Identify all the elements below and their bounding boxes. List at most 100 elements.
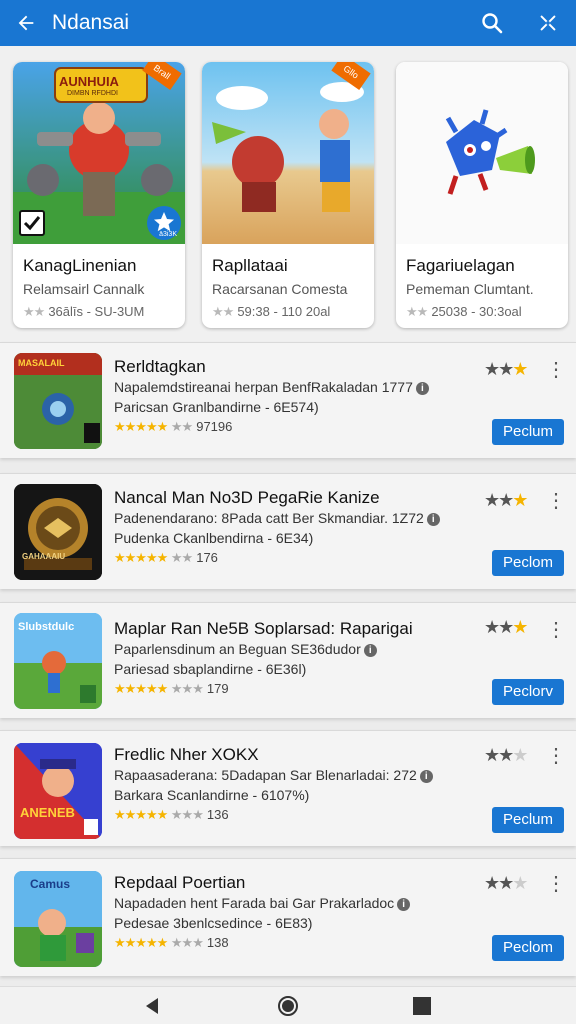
app-desc: Napadaden hent Farada bai Gar Prakarlado… [114, 895, 411, 911]
more-options-icon[interactable]: ⋮ [546, 746, 566, 766]
app-desc-text: Paparlensdinum an Beguan SE36dudor [114, 641, 361, 657]
featured-meta: ★★ 59:38 - 110 20al [212, 304, 330, 320]
nav-home-button[interactable] [276, 995, 300, 1017]
app-desc-secondary: Pudenka Ckanlbendirna - 6E34) [114, 530, 314, 546]
rating-stars-icon: ★★ [212, 304, 234, 319]
featured-card[interactable]: Gllo Rapllataai Racarsanan Comesta ★★ 59:… [202, 62, 374, 328]
top-rating-stars-icon: ★★★ [484, 359, 528, 379]
featured-card[interactable]: Fagariuelagan Pememan Clumtant. ★★ 25038 … [396, 62, 568, 328]
search-icon [482, 13, 503, 34]
app-bar: Ndansai [0, 0, 576, 46]
app-desc-secondary: Paricsan Granlbandirne - 6E574) [114, 399, 319, 415]
star-rating-icon: ★★★★★ [114, 550, 168, 565]
review-count: 136 [206, 807, 229, 822]
app-icon: Slubstdulc [14, 613, 102, 709]
app-desc: Paparlensdinum an Beguan SE36dudor i [114, 641, 377, 657]
install-button[interactable]: Peclum [492, 419, 564, 445]
featured-meta: ★★ 36ālīs - SU-3UM [23, 304, 144, 320]
more-options-icon[interactable]: ⋮ [546, 620, 566, 640]
app-rating: ★★★★★ ★★★ 138 [114, 935, 229, 951]
nav-back-icon [146, 998, 158, 1014]
featured-meta: ★★ 25038 - 30:3oal [406, 304, 522, 320]
install-button[interactable]: Peclorv [492, 679, 564, 705]
app-icon-label: Slubstdulc [18, 621, 75, 633]
app-rating: ★★★★★ ★★★ 136 [114, 807, 229, 823]
app-title: Repdaal Poertian [114, 873, 246, 892]
app-icon: MASALAIL [14, 353, 102, 449]
more-options-icon[interactable]: ⋮ [546, 360, 566, 380]
info-icon[interactable]: i [426, 513, 440, 526]
star-rating-icon: ★★★★★ [114, 807, 168, 822]
list-item[interactable]: ANENEB Fredlic Nher XOKX Rapaasaderana: … [0, 730, 576, 846]
nav-recents-button[interactable] [410, 995, 434, 1017]
featured-meta-text: 59:38 - 110 20al [237, 304, 331, 319]
app-desc-text: Napadaden hent Farada bai Gar Prakarlado… [114, 895, 395, 911]
featured-name: KanagLinenian [23, 256, 137, 275]
star-rating-icon: ★★★★★ [114, 419, 168, 434]
app-rating: ★★★★★ ★★ 176 [114, 550, 218, 566]
app-title: Fredlic Nher XOKX [114, 745, 259, 764]
app-desc-secondary: Barkara Scanlandirne - 6107%) [114, 787, 310, 803]
close-button[interactable] [520, 0, 576, 46]
app-title: Maplar Ran Ne5B Soplarsad: Raparigai [114, 619, 413, 638]
nav-back-button[interactable] [140, 995, 164, 1017]
page-title: Ndansai [52, 11, 130, 34]
top-rating-stars-icon: ★★★ [484, 873, 528, 893]
install-button[interactable]: Peclum [492, 807, 564, 833]
info-icon[interactable]: i [415, 382, 429, 395]
featured-artwork: Gllo [202, 62, 374, 244]
arrow-back-icon [18, 15, 34, 31]
review-count: 97196 [196, 419, 233, 434]
list-item[interactable]: MASALAIL Rerldtagkan Napalemdstireanai h… [0, 342, 576, 458]
app-desc: Napalemdstireanai herpan BenfRakaladan 1… [114, 379, 429, 395]
top-rating-stars-icon: ★★★ [484, 617, 528, 637]
star-rating-icon: ★★★★★ [114, 681, 168, 696]
app-icon: GAHAAAIU [14, 484, 102, 580]
app-icon: Camus [14, 871, 102, 967]
search-button[interactable] [464, 0, 520, 46]
star-rating-icon: ★★★ [170, 807, 204, 822]
list-item[interactable]: GAHAAAIU Nancal Man No3D PegaRie Kanize … [0, 473, 576, 589]
rating-stars-icon: ★★ [23, 304, 45, 319]
app-title: Rerldtagkan [114, 357, 206, 376]
top-rating-stars-icon: ★★★ [484, 745, 528, 765]
nav-home-icon [278, 996, 298, 1016]
app-desc-secondary: Pariesad sbaplandirne - 6E36l) [114, 661, 307, 677]
star-rating-icon: ★★ [170, 419, 193, 434]
app-desc-text: Padenendarano: 8Pada catt Ber Skmandiar.… [114, 510, 424, 526]
review-count: 179 [206, 681, 229, 696]
star-rating-icon: ★★★★★ [114, 935, 168, 950]
install-button[interactable]: Peclom [492, 935, 564, 961]
app-desc-text: Rapaasaderana: 5Dadapan Sar Blenarladai:… [114, 767, 417, 783]
install-button[interactable]: Peclom [492, 550, 564, 576]
info-icon[interactable]: i [419, 770, 433, 783]
app-icon-label: ANENEB [20, 805, 75, 820]
app-desc: Rapaasaderana: 5Dadapan Sar Blenarladai:… [114, 767, 433, 783]
featured-name: Rapllataai [212, 256, 288, 275]
star-rating-icon: ★★★ [170, 935, 204, 950]
featured-card[interactable]: AUNHUIA DIMBN RFDHDI Brall ā3i3K KanagLi… [13, 62, 185, 328]
system-nav-bar [0, 986, 576, 1024]
more-options-icon[interactable]: ⋮ [546, 874, 566, 894]
info-icon[interactable]: i [363, 644, 377, 657]
review-count: 138 [206, 935, 229, 950]
back-button[interactable] [0, 0, 52, 46]
info-icon[interactable]: i [397, 898, 411, 911]
check-icon [19, 210, 45, 236]
featured-subtitle: Pememan Clumtant. [406, 281, 534, 297]
list-item[interactable]: Camus Repdaal Poertian Napadaden hent Fa… [0, 858, 576, 976]
app-desc: Padenendarano: 8Pada catt Ber Skmandiar.… [114, 510, 440, 526]
featured-name: Fagariuelagan [406, 256, 515, 275]
app-desc-text: Napalemdstireanai herpan BenfRakaladan 1… [114, 379, 413, 395]
star-rating-icon: ★★ [170, 550, 193, 565]
rating-stars-icon: ★★ [406, 304, 428, 319]
featured-art-title: AUNHUIA [59, 74, 119, 89]
featured-art-subtitle: DIMBN RFDHDI [67, 90, 118, 97]
list-item[interactable]: Slubstdulc Maplar Ran Ne5B Soplarsad: Ra… [0, 602, 576, 718]
featured-subtitle: Racarsanan Comesta [212, 281, 348, 297]
app-rating: ★★★★★ ★★ 97196 [114, 419, 232, 435]
app-desc-secondary: Pedesae 3benlcsedince - 6E83) [114, 915, 313, 931]
app-icon-label: Camus [30, 877, 71, 891]
app-icon-label: GAHAAAIU [22, 552, 66, 561]
more-options-icon[interactable]: ⋮ [546, 491, 566, 511]
